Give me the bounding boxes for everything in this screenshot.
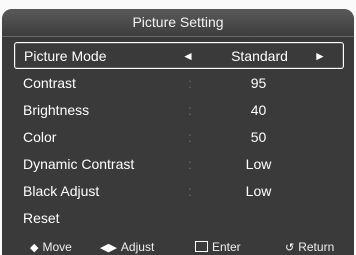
menu-item-brightness[interactable]: Brightness : 40 bbox=[14, 96, 344, 123]
menu-item-separator: : bbox=[188, 102, 192, 118]
menu-item-reset[interactable]: Reset bbox=[14, 204, 344, 231]
return-icon: ↺ bbox=[285, 242, 295, 254]
menu-item-label: Contrast bbox=[23, 75, 76, 91]
footer-move-label: Move bbox=[42, 240, 72, 254]
footer-adjust-label: Adjust bbox=[120, 240, 155, 254]
menu-item-contrast[interactable]: Contrast : 95 bbox=[14, 69, 344, 96]
menu-item-color[interactable]: Color : 50 bbox=[14, 123, 344, 150]
footer-adjust: ◀▶ Adjust bbox=[100, 240, 154, 254]
picture-setting-panel: Picture Setting Picture Mode ◄ Standard … bbox=[2, 9, 354, 255]
picture-menu: Picture Mode ◄ Standard ► Contrast : 95 … bbox=[14, 42, 344, 231]
menu-item-dynamic-contrast[interactable]: Dynamic Contrast : Low bbox=[14, 150, 344, 177]
panel-title: Picture Setting bbox=[2, 9, 354, 37]
menu-item-label: Dynamic Contrast bbox=[23, 156, 135, 172]
menu-item-value: Low bbox=[245, 183, 272, 199]
footer-enter: Enter bbox=[195, 240, 241, 254]
right-arrow-icon[interactable]: ► bbox=[314, 49, 326, 63]
menu-item-separator: : bbox=[188, 75, 192, 91]
footer-move: ◆ Move bbox=[30, 240, 72, 254]
left-arrow-icon[interactable]: ◄ bbox=[182, 49, 194, 63]
menu-item-label: Reset bbox=[23, 210, 60, 226]
menu-item-label: Picture Mode bbox=[24, 48, 107, 64]
enter-icon bbox=[195, 241, 208, 253]
menu-item-black-adjust[interactable]: Black Adjust : Low bbox=[14, 177, 344, 204]
menu-item-picture-mode[interactable]: Picture Mode ◄ Standard ► bbox=[14, 42, 344, 69]
menu-item-value: 40 bbox=[250, 102, 267, 118]
footer-return-label: Return bbox=[298, 240, 335, 254]
menu-item-value: 95 bbox=[250, 75, 267, 91]
menu-item-label: Brightness bbox=[23, 102, 90, 118]
menu-item-separator: : bbox=[188, 129, 192, 145]
menu-item-value: 50 bbox=[250, 129, 267, 145]
menu-item-separator: : bbox=[188, 156, 192, 172]
up-down-arrows-icon: ◆ bbox=[30, 242, 39, 254]
menu-item-label: Color bbox=[23, 129, 57, 145]
menu-item-value: Low bbox=[245, 156, 272, 172]
key-guide: ◆ Move ◀▶ Adjust Enter ↺ Return bbox=[2, 240, 354, 255]
menu-item-value: Standard bbox=[231, 48, 288, 64]
left-right-arrows-icon: ◀▶ bbox=[100, 242, 117, 254]
menu-item-label: Black Adjust bbox=[23, 183, 100, 199]
footer-return: ↺ Return bbox=[285, 240, 334, 254]
footer-enter-label: Enter bbox=[212, 240, 241, 254]
menu-item-separator: : bbox=[188, 183, 192, 199]
